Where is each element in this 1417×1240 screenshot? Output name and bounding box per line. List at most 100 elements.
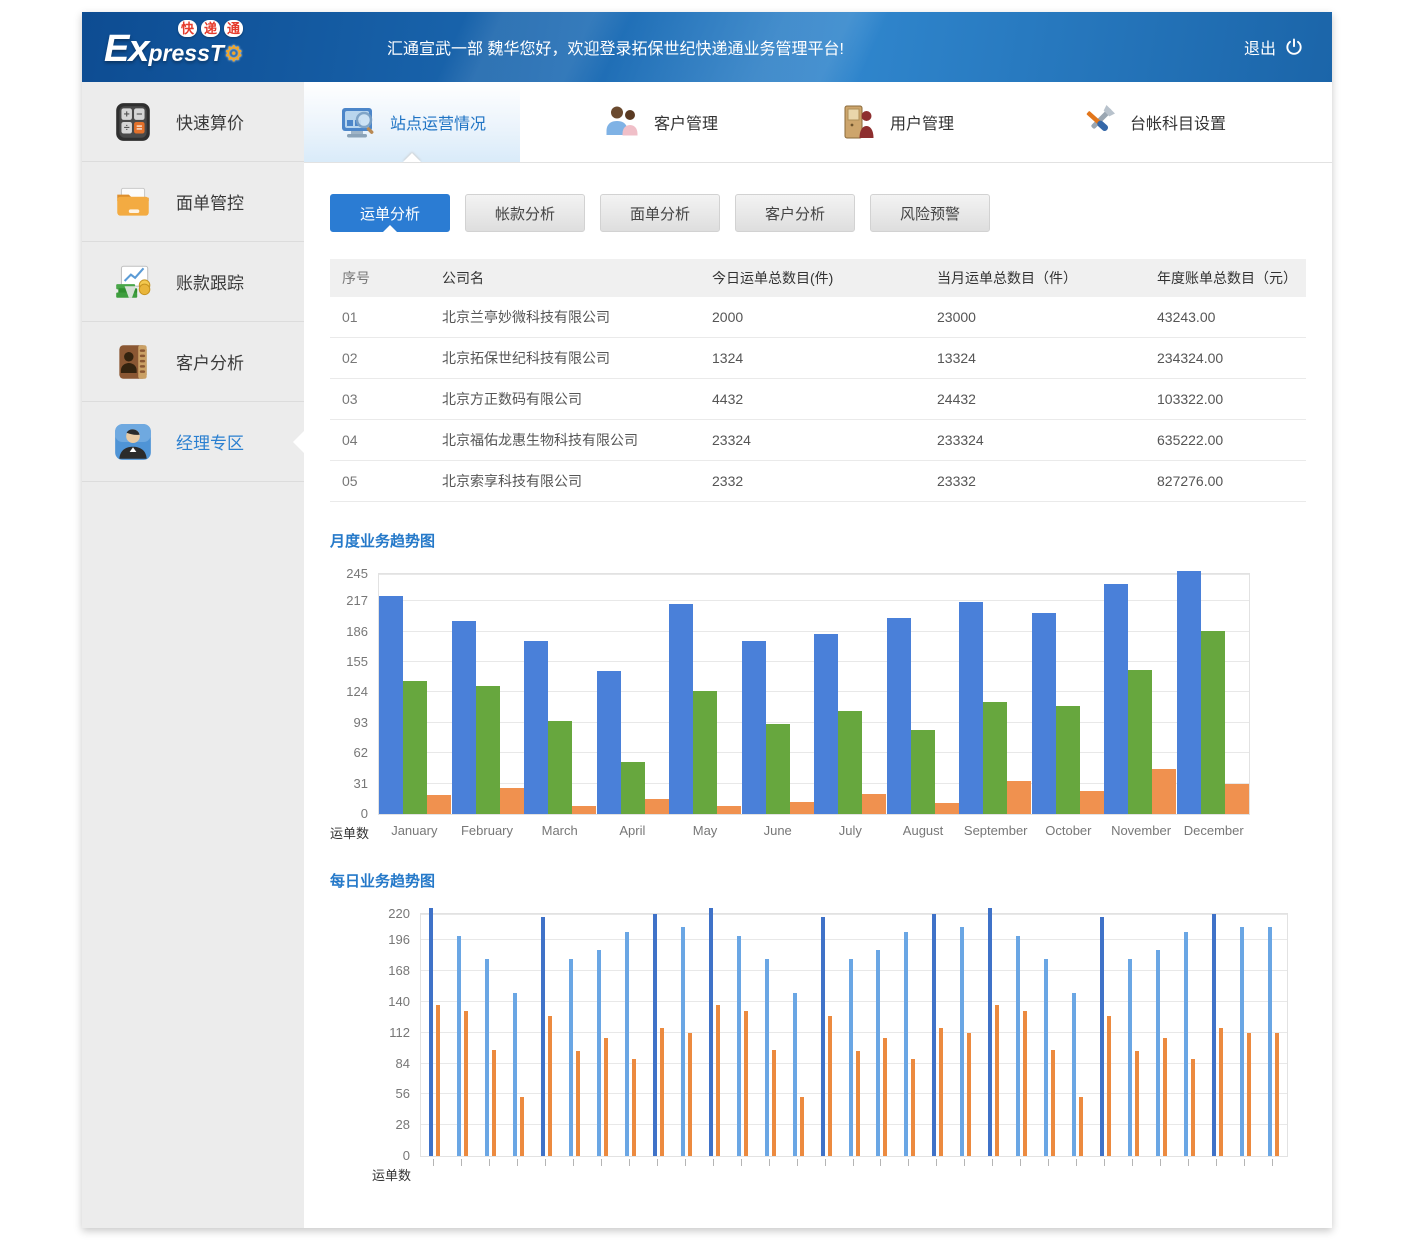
- orange-bar: [716, 1005, 720, 1156]
- orange-bar: [1275, 1033, 1279, 1156]
- orange-bar: [935, 803, 959, 814]
- bar-group: [980, 908, 1008, 1156]
- blue-bar: [625, 932, 629, 1156]
- x-tick-label: April: [596, 823, 669, 842]
- blue-bar: [457, 936, 461, 1156]
- sidebar-item-5[interactable]: 经理专区: [82, 402, 304, 482]
- company-name-cell: 北京拓保世纪科技有限公司: [430, 348, 700, 368]
- bar-group: [952, 927, 980, 1156]
- contacts-icon: [112, 341, 154, 383]
- tab-3[interactable]: 用户管理: [804, 82, 988, 162]
- subtab-3[interactable]: 面单分析: [600, 194, 720, 232]
- orange-bar: [427, 795, 451, 814]
- sidebar-item-4[interactable]: 客户分析: [82, 322, 304, 402]
- bar-group: [812, 917, 840, 1156]
- table-cell: 4432: [700, 391, 925, 407]
- orange-bar: [1152, 769, 1176, 814]
- tab-2[interactable]: 客户管理: [568, 82, 752, 162]
- tools-icon: [1078, 102, 1118, 142]
- y-tick-label: 0: [403, 1148, 410, 1163]
- x-tick-label: August: [887, 823, 960, 842]
- tab-label: 台帐科目设置: [1130, 110, 1226, 134]
- blue-bar: [1212, 914, 1216, 1156]
- y-tick-label: 31: [354, 776, 368, 791]
- subtab-5[interactable]: 风险预警: [870, 194, 990, 232]
- blue-bar: [1072, 993, 1076, 1156]
- x-tick-label: January: [378, 823, 451, 842]
- x-tick-mark: [532, 1159, 560, 1184]
- logo-rest: pressT: [148, 40, 223, 66]
- blue-bar: [1100, 917, 1104, 1156]
- x-tick-mark: [1202, 1159, 1230, 1184]
- y-tick-label: 84: [396, 1056, 410, 1071]
- x-tick-mark: [1063, 1159, 1091, 1184]
- top-nav: 站点运营情况 客户管理 用户管理 台帐科目设置: [304, 82, 1332, 163]
- svg-text:=: =: [136, 121, 142, 133]
- orange-bar: [688, 1033, 692, 1156]
- tab-label: 站点运营情况: [390, 110, 486, 134]
- table-cell: 1324: [700, 350, 925, 366]
- monthly-y-axis-label: 运单数: [330, 815, 378, 842]
- x-tick-mark: [979, 1159, 1007, 1184]
- green-bar: [911, 730, 935, 814]
- sidebar-item-label: 面单管控: [176, 189, 244, 214]
- x-tick-label: September: [959, 823, 1032, 842]
- tab-4[interactable]: 台帐科目设置: [1044, 82, 1260, 162]
- orange-bar: [1225, 784, 1249, 814]
- table-cell: 103322.00: [1145, 391, 1306, 407]
- blue-bar: [709, 908, 713, 1156]
- x-tick-mark: [1146, 1159, 1174, 1184]
- subtab-2[interactable]: 帐款分析: [465, 194, 585, 232]
- orange-bar: [1219, 1028, 1223, 1156]
- x-tick-label: June: [741, 823, 814, 842]
- blue-bar: [742, 641, 766, 814]
- x-tick-mark: [1091, 1159, 1119, 1184]
- sidebar-item-2[interactable]: 面单管控: [82, 162, 304, 242]
- subtab-4[interactable]: 客户分析: [735, 194, 855, 232]
- blue-bar: [1016, 936, 1020, 1156]
- bar-group: [896, 932, 924, 1156]
- subtab-1[interactable]: 运单分析: [330, 194, 450, 232]
- table-cell: 233324: [925, 432, 1145, 448]
- table-cell: 02: [330, 350, 430, 366]
- monthly-plot-area: [378, 573, 1250, 815]
- tab-1[interactable]: 站点运营情况: [304, 82, 520, 162]
- bars-layer: [379, 574, 1249, 814]
- bar-group: [784, 993, 812, 1156]
- x-tick-mark: [1007, 1159, 1035, 1184]
- bar-group: [924, 914, 952, 1156]
- orange-bar: [1079, 1097, 1083, 1156]
- y-tick-label: 245: [346, 566, 368, 581]
- orange-bar: [995, 1005, 999, 1156]
- svg-text:÷: ÷: [124, 121, 130, 133]
- orange-bar: [1163, 1038, 1167, 1156]
- table-cell: 01: [330, 309, 430, 325]
- blue-bar: [821, 917, 825, 1156]
- y-tick-label: 56: [396, 1086, 410, 1101]
- blue-bar: [1128, 959, 1132, 1156]
- x-tick-mark: [476, 1159, 504, 1184]
- blue-bar: [904, 932, 908, 1156]
- sidebar-item-1[interactable]: +−÷=快速算价: [82, 82, 304, 162]
- table-cell: 234324.00: [1145, 350, 1306, 366]
- bar-group: [1147, 950, 1175, 1156]
- blue-bar: [887, 618, 911, 814]
- orange-bar: [1023, 1011, 1027, 1156]
- sidebar-item-3[interactable]: 账款跟踪: [82, 242, 304, 322]
- bar-group: [597, 671, 670, 814]
- green-bar: [403, 681, 427, 814]
- bar-group: [1036, 959, 1064, 1156]
- logout-button[interactable]: 退出: [1244, 35, 1304, 59]
- tab-label: 客户管理: [654, 110, 718, 134]
- y-tick-label: 168: [388, 963, 410, 978]
- waybill-table: 序号公司名今日运单总数目(件)当月运单总数目（件）年度账单总数目（元）01北京兰…: [330, 259, 1306, 502]
- bar-group: [561, 959, 589, 1156]
- column-header: 公司名: [430, 268, 700, 288]
- orange-bar: [572, 806, 596, 814]
- folder-icon: [112, 181, 154, 223]
- active-tab-notch: [403, 153, 421, 162]
- green-bar: [693, 691, 717, 814]
- blue-bar: [1104, 584, 1128, 814]
- blue-bar: [653, 914, 657, 1156]
- orange-bar: [828, 1016, 832, 1156]
